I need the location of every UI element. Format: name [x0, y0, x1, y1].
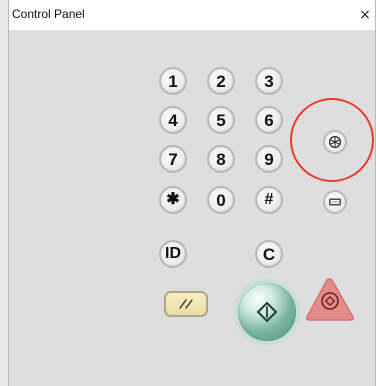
- keypad-key-label: ✱: [166, 191, 180, 208]
- keypad-key-5[interactable]: 5: [207, 106, 235, 134]
- id-key-label: ID: [165, 245, 181, 262]
- keypad-key-label: 0: [216, 190, 226, 210]
- counter-icon: [329, 198, 341, 206]
- keypad-key-label: 8: [216, 149, 226, 169]
- keypad-key-label: 7: [168, 149, 178, 169]
- start-button[interactable]: [234, 279, 300, 345]
- keypad-key-8[interactable]: 8: [207, 145, 235, 173]
- start-icon: [256, 301, 278, 323]
- window-titlebar: Control Panel ×: [9, 0, 375, 30]
- keypad-key-1[interactable]: 1: [159, 67, 187, 95]
- control-panel-window: Control Panel × 1 2 3 4 5 6 7 8 9 ✱ 0 # …: [8, 0, 376, 386]
- keypad-key-label: #: [264, 191, 274, 208]
- control-panel-body: 1 2 3 4 5 6 7 8 9 ✱ 0 # ID C: [9, 30, 375, 386]
- keypad-key-label: 5: [216, 110, 226, 130]
- reset-icon: [179, 299, 193, 309]
- keypad-key-4[interactable]: 4: [159, 106, 187, 134]
- clear-key-label: C: [262, 244, 276, 264]
- keypad-key-9[interactable]: 9: [255, 145, 283, 173]
- keypad-key-3[interactable]: 3: [255, 67, 283, 95]
- window-title: Control Panel: [12, 7, 85, 21]
- keypad-key-hash[interactable]: #: [255, 186, 283, 214]
- energy-saver-button[interactable]: [323, 130, 347, 154]
- keypad-key-asterisk[interactable]: ✱: [159, 186, 187, 214]
- settings-icon: [328, 135, 342, 149]
- id-key[interactable]: ID: [159, 240, 187, 268]
- close-button[interactable]: ×: [355, 5, 375, 27]
- keypad-key-7[interactable]: 7: [159, 145, 187, 173]
- clear-key[interactable]: C: [255, 240, 283, 268]
- counter-check-button[interactable]: [323, 190, 347, 214]
- keypad-key-label: 9: [264, 149, 274, 169]
- keypad-key-label: 1: [168, 71, 178, 91]
- keypad-key-label: 6: [264, 110, 274, 130]
- keypad-key-6[interactable]: 6: [255, 106, 283, 134]
- reset-button[interactable]: [164, 291, 208, 317]
- stop-button[interactable]: [301, 277, 357, 321]
- keypad-key-label: 3: [264, 71, 274, 91]
- keypad-key-2[interactable]: 2: [207, 67, 235, 95]
- keypad-key-label: 4: [168, 110, 178, 130]
- keypad-key-label: 2: [216, 71, 226, 91]
- keypad-key-0[interactable]: 0: [207, 186, 235, 214]
